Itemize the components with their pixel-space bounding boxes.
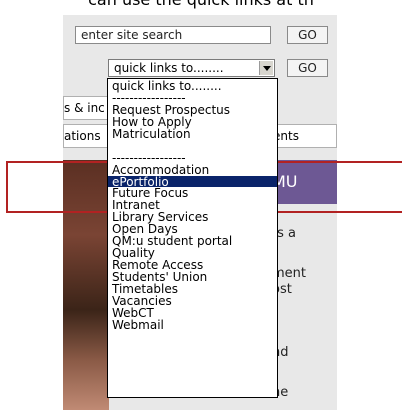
nav-link-publications[interactable]: ations — [63, 124, 111, 148]
quick-links-dropdown-list[interactable]: quick links to........ -----------------… — [107, 78, 278, 398]
dropdown-separator[interactable]: ----------------- — [108, 152, 277, 164]
dropdown-option[interactable]: WebCT — [108, 307, 277, 319]
nav-link-label: ations — [64, 129, 101, 143]
dropdown-option[interactable]: Accommodation — [108, 164, 277, 176]
dropdown-option[interactable]: Webmail — [108, 319, 277, 331]
nav-link-label: s & inc — [64, 101, 105, 115]
dropdown-option[interactable]: How to Apply — [108, 116, 277, 128]
nav-link-events[interactable]: ents — [268, 124, 337, 148]
quick-links-selected-value: quick links to........ — [114, 61, 224, 75]
dropdown-blank-option[interactable] — [108, 140, 277, 152]
caption-text: can use the quick links at th — [0, 0, 402, 9]
search-input[interactable] — [75, 26, 271, 44]
chevron-down-icon[interactable] — [259, 61, 273, 75]
quick-links-go-button[interactable]: GO — [287, 59, 328, 77]
quick-links-select[interactable]: quick links to........ — [108, 59, 275, 77]
dropdown-option[interactable]: Matriculation — [108, 128, 277, 140]
search-go-button[interactable]: GO — [287, 26, 328, 44]
